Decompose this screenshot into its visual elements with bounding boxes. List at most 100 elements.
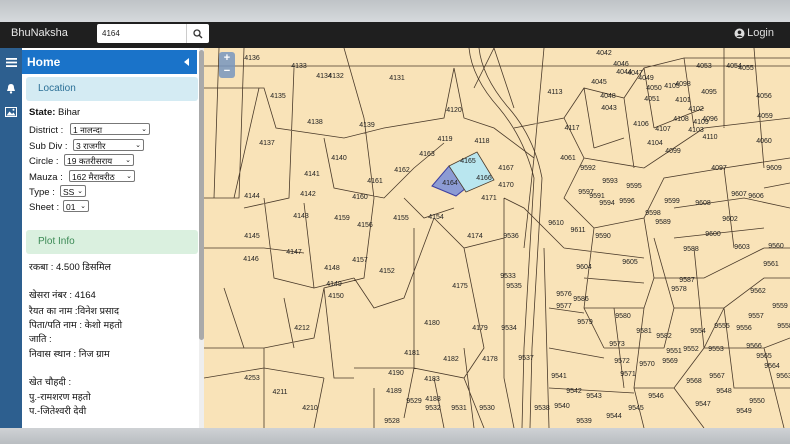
plot-label-9536[interactable]: 9536 xyxy=(503,233,519,240)
plot-label-9555[interactable]: 9555 xyxy=(714,323,730,330)
plot-label-4178[interactable]: 4178 xyxy=(482,356,498,363)
plot-label-9611[interactable]: 9611 xyxy=(570,227,585,234)
plot-label-9578[interactable]: 9578 xyxy=(671,286,687,293)
plot-label-9591[interactable]: 9591 xyxy=(589,193,605,200)
plot-label-4147[interactable]: 4147 xyxy=(286,249,302,256)
plot-label-4157[interactable]: 4157 xyxy=(352,257,368,264)
plot-label-9550[interactable]: 9550 xyxy=(749,398,765,405)
plot-label-9553[interactable]: 9553 xyxy=(708,346,724,353)
sheet-select[interactable]: 01 ⌄ xyxy=(63,200,89,212)
plot-label-9561[interactable]: 9561 xyxy=(763,261,779,268)
plot-label-9577[interactable]: 9577 xyxy=(556,303,572,310)
plot-label-9580[interactable]: 9580 xyxy=(615,313,631,320)
mauza-select[interactable]: 162 मैरावरीठ ⌄ xyxy=(69,170,135,182)
plot-label-9540[interactable]: 9540 xyxy=(554,403,570,410)
plot-label-4211[interactable]: 4211 xyxy=(272,389,287,396)
plot-label-4137[interactable]: 4137 xyxy=(259,140,275,147)
plot-label-9530[interactable]: 9530 xyxy=(479,405,495,412)
notification-button[interactable] xyxy=(0,78,22,98)
plot-label-4170[interactable]: 4170 xyxy=(498,182,514,189)
plot-label-9531[interactable]: 9531 xyxy=(451,405,467,412)
plot-label-9588[interactable]: 9588 xyxy=(683,246,699,253)
plot-label-4043[interactable]: 4043 xyxy=(601,105,617,112)
plot-label-4102[interactable]: 4102 xyxy=(688,106,704,113)
subdiv-select[interactable]: 3 राजगीर ⌄ xyxy=(73,139,144,151)
plot-label-9533[interactable]: 9533 xyxy=(500,273,516,280)
plot-label-9552[interactable]: 9552 xyxy=(683,346,699,353)
plot-label-9579[interactable]: 9579 xyxy=(577,319,593,326)
district-select[interactable]: 1 नालन्दा ⌄ xyxy=(70,123,150,135)
plot-label-9589[interactable]: 9589 xyxy=(655,219,671,226)
plot-label-4140[interactable]: 4140 xyxy=(331,155,347,162)
plot-label-9563[interactable]: 9563 xyxy=(776,373,790,380)
plot-label-4136[interactable]: 4136 xyxy=(244,55,260,62)
plot-label-4253[interactable]: 4253 xyxy=(244,375,260,382)
brand-logo[interactable]: BhuNaksha xyxy=(11,27,68,39)
plot-label-4097[interactable]: 4097 xyxy=(711,165,727,172)
plot-label-9586[interactable]: 9586 xyxy=(573,296,589,303)
plot-label-9581[interactable]: 9581 xyxy=(636,328,652,335)
plot-label-9535[interactable]: 9535 xyxy=(506,283,522,290)
plot-label-9551[interactable]: 9551 xyxy=(666,348,682,355)
plot-label-4142[interactable]: 4142 xyxy=(300,191,316,198)
plot-label-4110[interactable]: 4110 xyxy=(702,134,717,141)
plot-label-9560[interactable]: 9560 xyxy=(768,243,784,250)
plot-label-9582[interactable]: 9582 xyxy=(656,333,672,340)
plot-label-4164[interactable]: 4164 xyxy=(442,180,458,187)
plot-label-4049[interactable]: 4049 xyxy=(638,75,654,82)
plot-label-9607[interactable]: 9607 xyxy=(731,191,747,198)
plot-label-4113[interactable]: 4113 xyxy=(547,89,562,96)
cadastral-map[interactable]: 4136 4133 4134 4132 4131 4135 4138 4139 4137 4140… xyxy=(204,48,790,428)
plot-label-4045[interactable]: 4045 xyxy=(591,79,607,86)
plot-label-9564[interactable]: 9564 xyxy=(764,363,780,370)
plot-label-9609[interactable]: 9609 xyxy=(766,165,782,172)
image-layer-button[interactable] xyxy=(0,102,22,122)
plot-label-4107[interactable]: 4107 xyxy=(655,126,671,133)
plot-label-4156[interactable]: 4156 xyxy=(357,222,373,229)
plot-label-9602[interactable]: 9602 xyxy=(722,216,738,223)
plot-label-4190[interactable]: 4190 xyxy=(388,370,404,377)
plot-label-9595[interactable]: 9595 xyxy=(626,183,642,190)
plot-label-4108[interactable]: 4108 xyxy=(673,116,689,123)
location-section-header[interactable]: Location xyxy=(26,77,198,101)
plot-label-4095[interactable]: 4095 xyxy=(701,89,717,96)
plot-label-4135[interactable]: 4135 xyxy=(270,93,286,100)
plot-label-9599[interactable]: 9599 xyxy=(664,198,680,205)
plot-label-4050[interactable]: 4050 xyxy=(646,85,662,92)
plot-label-4105[interactable]: 4105 xyxy=(664,83,680,90)
plot-label-4060[interactable]: 4060 xyxy=(756,138,772,145)
plot-label-9545[interactable]: 9545 xyxy=(628,405,644,412)
plot-label-4152[interactable]: 4152 xyxy=(379,268,395,275)
plot-label-9539[interactable]: 9539 xyxy=(576,418,592,425)
plot-label-9590[interactable]: 9590 xyxy=(595,233,611,240)
plot-label-4154[interactable]: 4154 xyxy=(428,214,444,221)
plot-label-4106[interactable]: 4106 xyxy=(633,121,649,128)
plot-label-9603[interactable]: 9603 xyxy=(734,244,750,251)
plot-label-9532[interactable]: 9532 xyxy=(425,405,441,412)
plot-label-9587[interactable]: 9587 xyxy=(679,277,695,284)
plot-label-4056[interactable]: 4056 xyxy=(756,93,772,100)
zoom-out-button[interactable]: − xyxy=(219,65,235,78)
collapse-chevron-icon[interactable] xyxy=(184,58,190,66)
plot-label-4055[interactable]: 4055 xyxy=(738,65,754,72)
circle-select[interactable]: 19 कतरीसराय ⌄ xyxy=(64,154,134,166)
plot-label-9565[interactable]: 9565 xyxy=(756,353,772,360)
plot-label-4180[interactable]: 4180 xyxy=(424,320,440,327)
plot-label-9572[interactable]: 9572 xyxy=(614,358,630,365)
plot-label-9543[interactable]: 9543 xyxy=(586,393,602,400)
plot-label-4182[interactable]: 4182 xyxy=(443,356,459,363)
plot-label-9538[interactable]: 9538 xyxy=(534,405,550,412)
plot-label-9610[interactable]: 9610 xyxy=(548,220,564,227)
plot-label-4059[interactable]: 4059 xyxy=(757,113,773,120)
login-button[interactable]: Login xyxy=(734,27,774,39)
plot-label-4159[interactable]: 4159 xyxy=(334,215,350,222)
plot-label-9547[interactable]: 9547 xyxy=(695,401,711,408)
plot-label-9593[interactable]: 9593 xyxy=(602,178,618,185)
plot-label-4132[interactable]: 4132 xyxy=(328,73,344,80)
plot-label-9544[interactable]: 9544 xyxy=(606,413,622,420)
plot-label-4148[interactable]: 4148 xyxy=(324,265,340,272)
type-select[interactable]: SS ⌄ xyxy=(60,185,86,197)
menu-toggle-button[interactable] xyxy=(0,52,22,72)
plot-label-4061[interactable]: 4061 xyxy=(560,155,576,162)
plot-label-9570[interactable]: 9570 xyxy=(639,361,655,368)
